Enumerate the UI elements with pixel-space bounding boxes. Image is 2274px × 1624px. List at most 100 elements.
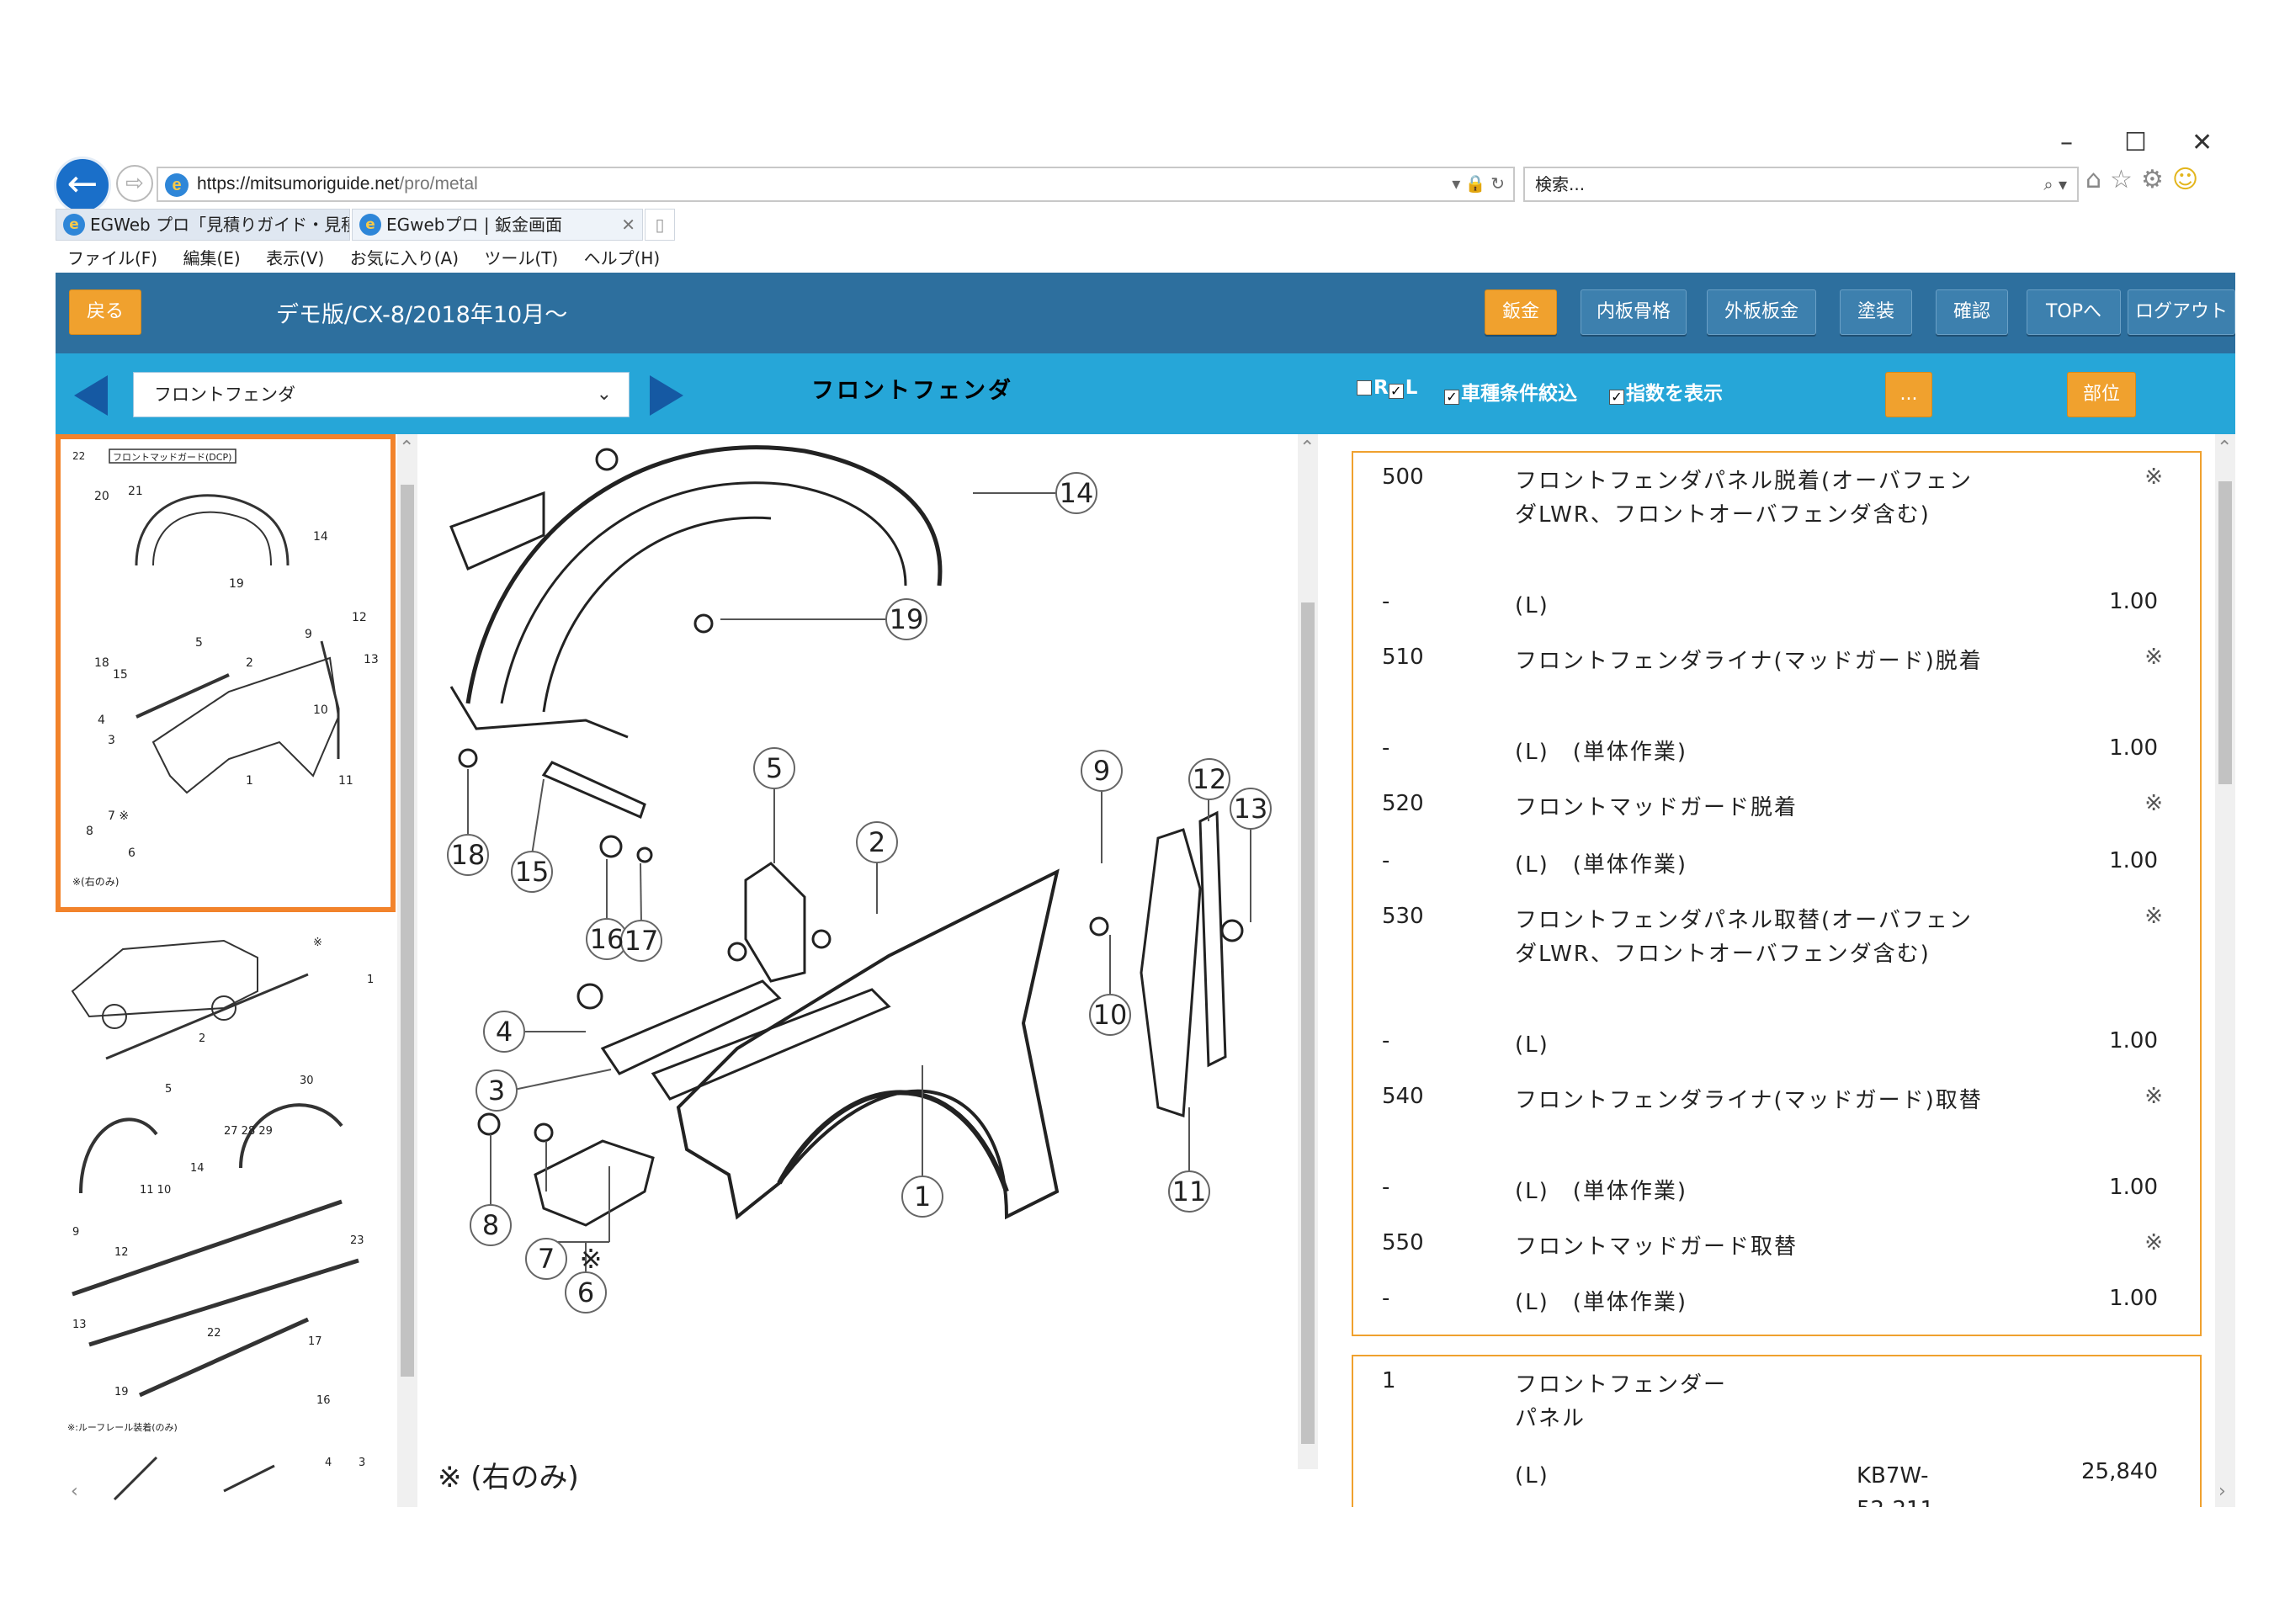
svg-text:16: 16 (316, 1394, 331, 1407)
diagram-scrollbar[interactable]: ⌃ (1298, 434, 1318, 1469)
operation-code: 550 (1382, 1230, 1424, 1255)
search-placeholder: 検索... (1535, 174, 1586, 194)
menu-view[interactable]: 表示(V) (266, 248, 324, 268)
svg-text:9: 9 (305, 628, 312, 641)
close-window-icon[interactable]: ✕ (2192, 128, 2213, 157)
vehicle-title: デモ版/CX-8/2018年10月～ (276, 302, 568, 328)
side-checkboxes: R ✓ L (1357, 377, 1417, 399)
more-button[interactable]: ... (1885, 372, 1932, 417)
callout-7-asterisk: ※ (580, 1243, 603, 1275)
minimize-icon[interactable]: – (2060, 128, 2073, 157)
thumbnail-panel: フロントマッドガード(DCP) 22 20 21 14 19 12 13 9 18 51… (56, 434, 417, 1507)
menu-tools[interactable]: ツール(T) (484, 248, 558, 268)
list-scrollbar[interactable]: ⌃ › (2215, 434, 2235, 1507)
operation-code: 530 (1382, 904, 1424, 929)
new-tab-icon[interactable]: ▯ (645, 209, 675, 241)
operation-value: 1.00 (2109, 1286, 2158, 1311)
thumb1-title: フロントマッドガード(DCP) (113, 452, 231, 463)
svg-text:17: 17 (308, 1335, 322, 1348)
address-bar[interactable]: e https://mitsumoriguide.net/pro/metal ▾… (157, 167, 1515, 202)
svg-text:4: 4 (325, 1457, 332, 1469)
prev-arrow-icon[interactable] (74, 375, 108, 416)
part-number: 1 (1382, 1368, 1396, 1393)
nav-outer-panel-button[interactable]: 外板板金 (1707, 289, 1816, 335)
svg-text:1: 1 (246, 774, 253, 788)
operation-code: 520 (1382, 791, 1424, 816)
tab-label: EGwebプロ | 鈑金画面 (386, 215, 562, 235)
back-arrow-icon[interactable]: ← (54, 157, 111, 214)
next-thumbnail-drawing: 43 (113, 1456, 365, 1501)
search-icon[interactable]: ⌕ ▾ (2043, 168, 2067, 200)
nav-confirm-button[interactable]: 確認 (1936, 289, 2008, 335)
tab-estimate-guide[interactable]: e EGWeb プロ「見積りガイド・見積り... (56, 209, 350, 241)
callout-15: 15 (515, 856, 550, 888)
operation-sub: (L) (1515, 1032, 1549, 1058)
scroll-up-icon[interactable]: ⌃ (2217, 438, 2232, 459)
fender-thumbnail-drawing: フロントマッドガード(DCP) 22 20 21 1419 1213 918 51… (72, 448, 379, 888)
operation-desc: フロントマッドガード取替 (1515, 1234, 1798, 1260)
svg-text:30: 30 (300, 1075, 314, 1087)
search-input[interactable]: 検索... ⌕ ▾ (1523, 167, 2079, 202)
callout-10: 10 (1093, 999, 1128, 1031)
app-header: 戻る デモ版/CX-8/2018年10月～ 鈑金 内板骨格 外板板金 塗装 確認… (56, 273, 2235, 353)
svg-text:6: 6 (128, 846, 135, 860)
menu-file[interactable]: ファイル(F) (67, 248, 157, 268)
svg-text:2: 2 (199, 1032, 205, 1045)
favorites-star-icon[interactable]: ☆ (2110, 165, 2141, 194)
nav-top-button[interactable]: TOPへ (2027, 289, 2121, 335)
svg-text:12: 12 (352, 611, 367, 624)
menu-edit[interactable]: 編集(E) (183, 248, 240, 268)
settings-gear-icon[interactable]: ⚙ (2141, 165, 2172, 194)
operation-desc: フロントフェンダパネル脱着(オーバフェンダLWR、フロントオーバフェンダ含む) (1515, 469, 1973, 528)
thumbnail-front-fender[interactable]: フロントマッドガード(DCP) 22 20 21 14 19 12 13 9 18 51… (56, 434, 396, 912)
next-arrow-icon[interactable] (650, 375, 683, 416)
svg-text:21: 21 (128, 485, 143, 498)
forward-arrow-icon[interactable]: ⇨ (116, 165, 153, 202)
scroll-left-icon[interactable]: ‹ (71, 1481, 78, 1502)
index-checkbox[interactable]: ✓ 指数を表示 (1609, 377, 1723, 406)
home-icon[interactable]: ⌂ (2085, 165, 2110, 194)
callout-16: 16 (590, 923, 624, 955)
nav-paint-button[interactable]: 塗装 (1840, 289, 1912, 335)
scrollbar-thumb[interactable] (401, 485, 414, 1377)
svg-text:19: 19 (114, 1386, 129, 1398)
checkbox-icon: ✓ (1609, 390, 1624, 405)
part-location-button[interactable]: 部位 (2067, 372, 2136, 417)
svg-text:※: ※ (313, 937, 322, 949)
menu-help[interactable]: ヘルプ(H) (584, 248, 661, 268)
thumbnail-scrollbar[interactable]: ⌃ (397, 434, 417, 1507)
diagram-note: ※ (右のみ) (438, 1461, 579, 1494)
checkbox-l[interactable]: ✓ (1388, 384, 1404, 399)
callout-4: 4 (496, 1016, 513, 1048)
scroll-up-icon[interactable]: ⌃ (1299, 438, 1315, 459)
scroll-up-icon[interactable]: ⌃ (399, 438, 414, 459)
maximize-icon[interactable]: ☐ (2124, 128, 2147, 157)
scrollbar-thumb[interactable] (1301, 602, 1315, 1444)
tab-close-icon[interactable]: ✕ (621, 210, 635, 240)
operation-value: 1.00 (2109, 1028, 2158, 1053)
part-select[interactable]: フロントフェンダ ⌄ (133, 372, 630, 417)
operations-group: 500 フロントフェンダパネル脱着(オーバフェンダLWR、フロントオーバフェンダ… (1352, 451, 2202, 1336)
thumbnail-roof-rail[interactable]: ※ 1 2 30 5 27 28 29 11 10 14 9 12 23 13 22 17 1… (56, 924, 396, 1437)
scroll-right-icon[interactable]: › (2218, 1481, 2226, 1502)
svg-text:4: 4 (98, 714, 105, 727)
nav-sheet-metal-button[interactable]: 鈑金 (1485, 289, 1557, 335)
nav-inner-frame-button[interactable]: 内板骨格 (1581, 289, 1687, 335)
scrollbar-thumb[interactable] (2218, 481, 2232, 784)
address-controls[interactable]: ▾ 🔒 ↻ (1452, 168, 1505, 200)
svg-text:3: 3 (359, 1457, 365, 1469)
thumbnail-next[interactable]: 43 (56, 1441, 396, 1507)
svg-text:1: 1 (367, 974, 374, 986)
back-button[interactable]: 戻る (69, 289, 141, 335)
tab-label: EGWeb プロ「見積りガイド・見積り... (90, 215, 349, 235)
checkbox-r[interactable] (1357, 380, 1372, 395)
svg-text:5: 5 (165, 1083, 172, 1096)
menu-favorites[interactable]: お気に入り(A) (350, 248, 459, 268)
row-dash: - (1382, 848, 1390, 873)
tab-sheet-metal[interactable]: e EGwebプロ | 鈑金画面 ✕ (352, 209, 643, 241)
parts-diagram: 14 19 12 9 5 2 13 18 15 16 17 10 4 3 11 … (417, 434, 1318, 1507)
vehicle-filter-checkbox[interactable]: ✓ 車種条件絞込 (1444, 377, 1577, 406)
logout-button[interactable]: ログアウト (2128, 289, 2235, 335)
feedback-smiley-icon[interactable]: ☺ (2172, 165, 2207, 194)
thumb2-note: ※:ルーフレール装着(のみ) (67, 1421, 178, 1433)
